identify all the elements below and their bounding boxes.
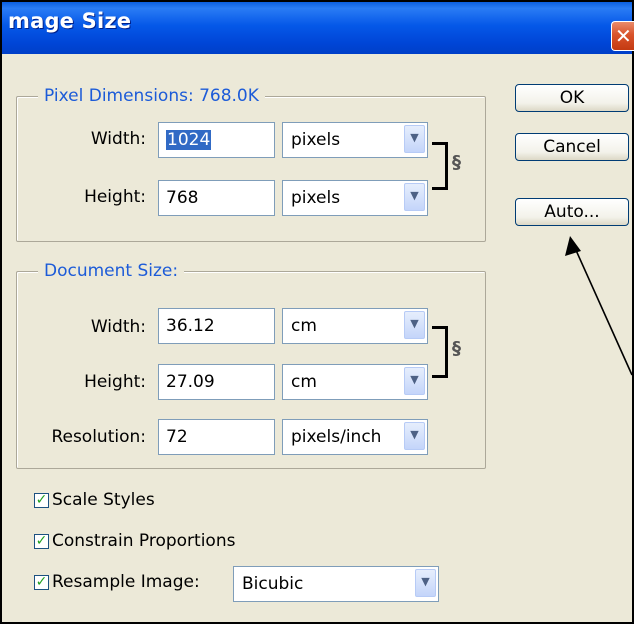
image-size-dialog: mage Size ✕ Pixel Dimensions: 768.0K Wid… (0, 0, 634, 624)
annotation-arrow (565, 236, 633, 376)
